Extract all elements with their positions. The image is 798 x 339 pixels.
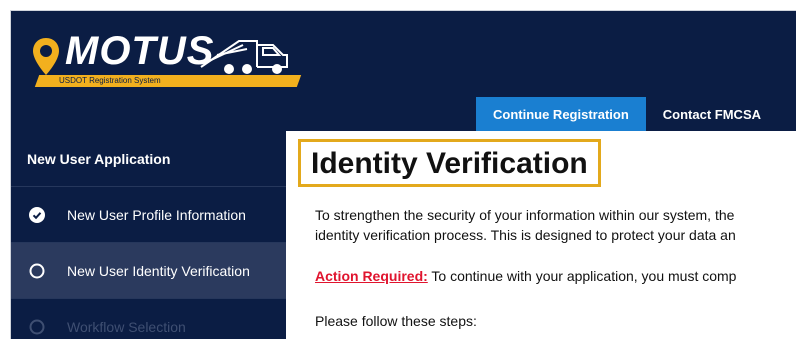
sidebar-item-label: New User Profile Information [67, 206, 246, 223]
circle-outline-icon [29, 319, 45, 335]
check-circle-icon [29, 206, 45, 223]
sidebar-heading: New User Application [11, 131, 286, 187]
action-required-label: Action Required: [315, 268, 428, 284]
intro-line: To strengthen the security of your infor… [315, 207, 735, 223]
action-required-paragraph: Action Required: To continue with your a… [315, 266, 736, 286]
sidebar-item-profile-information[interactable]: New User Profile Information [11, 187, 286, 243]
circle-outline-icon [29, 263, 45, 279]
sidebar-item-label: Workflow Selection [67, 319, 186, 335]
main-content: Identity Verification To strengthen the … [286, 131, 796, 339]
steps-intro: Please follow these steps: [315, 313, 477, 329]
logo-wordmark: MOTUS [65, 29, 215, 73]
truck-icon [200, 40, 288, 74]
nav-tab-contact-fmcsa[interactable]: Contact FMCSA [646, 97, 778, 131]
motus-logo[interactable]: MOTUS USDOT Registration System [31, 23, 302, 103]
intro-line: identity verification process. This is d… [315, 227, 736, 243]
sidebar: New User Application New User Profile In… [11, 131, 286, 339]
sidebar-item-workflow-selection: Workflow Selection [11, 299, 286, 339]
app-frame: MOTUS USDOT Registration System Continue… [10, 10, 796, 339]
sidebar-item-identity-verification[interactable]: New User Identity Verification [11, 243, 286, 299]
sidebar-item-label: New User Identity Verification [67, 262, 250, 279]
intro-paragraph: To strengthen the security of your infor… [315, 205, 736, 245]
page-title: Identity Verification [298, 139, 601, 187]
action-required-text: To continue with your application, you m… [427, 268, 737, 284]
nav-tab-continue-registration[interactable]: Continue Registration [476, 97, 646, 131]
top-nav: Continue Registration Contact FMCSA [476, 97, 778, 131]
logo-subtitle: USDOT Registration System [59, 76, 161, 85]
location-pin-icon [33, 38, 59, 75]
